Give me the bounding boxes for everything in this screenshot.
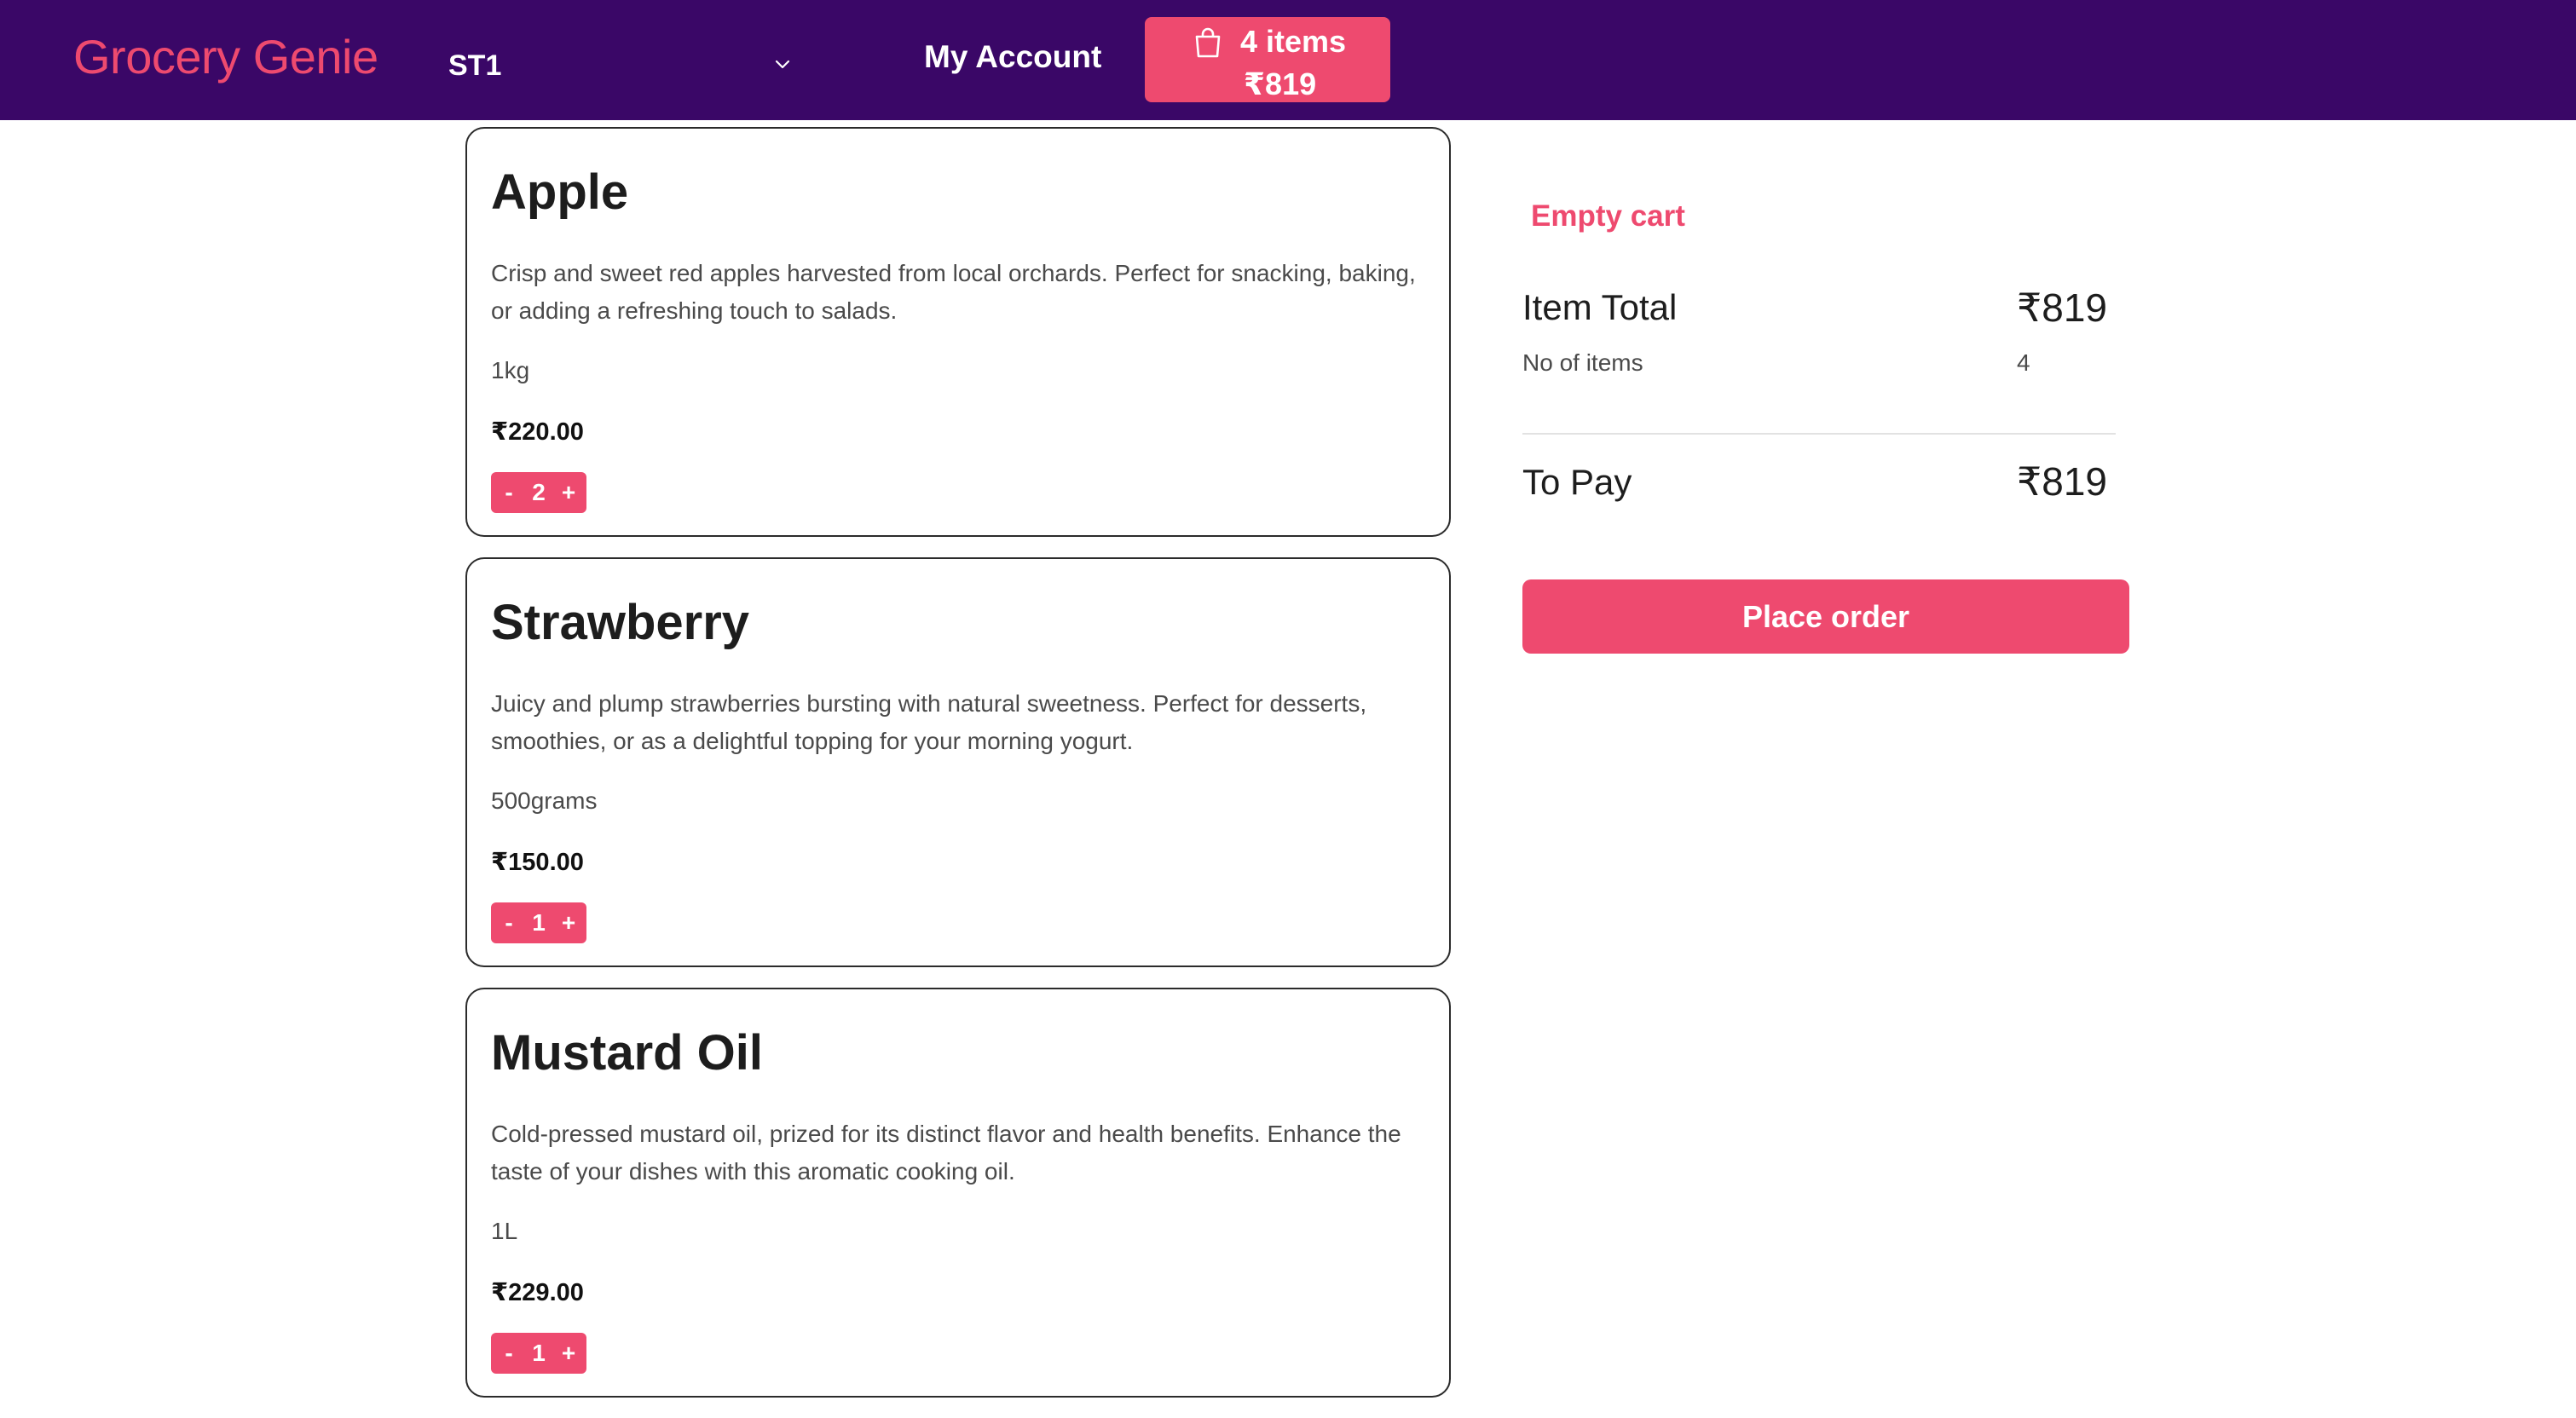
increase-quantity-button[interactable]: + (559, 909, 578, 937)
empty-cart-button[interactable]: Empty cart (1531, 199, 1685, 233)
my-account-link[interactable]: My Account (924, 39, 1101, 75)
cart-total-amount: ₹819 (1244, 66, 1317, 101)
decrease-quantity-button[interactable]: - (500, 909, 518, 937)
product-price: ₹220.00 (491, 418, 584, 446)
product-description: Crisp and sweet red apples harvested fro… (491, 260, 1416, 324)
quantity-stepper: - 1 + (491, 1333, 586, 1374)
chevron-down-icon (775, 60, 790, 69)
item-total-value: ₹819 (2017, 285, 2108, 330)
cart-button[interactable]: 4 items ₹819 (1145, 17, 1390, 102)
quantity-stepper: - 2 + (491, 472, 586, 513)
increase-quantity-button[interactable]: + (559, 479, 578, 506)
product-description: Cold-pressed mustard oil, prized for its… (491, 1121, 1401, 1185)
cart-item-count: 4 items (1240, 24, 1347, 59)
product-price: ₹150.00 (491, 849, 584, 876)
to-pay-label: To Pay (1522, 462, 1632, 502)
increase-quantity-button[interactable]: + (559, 1340, 578, 1367)
product-card-strawberry: Strawberry Juicy and plump strawberries … (465, 557, 1451, 967)
top-navbar: Grocery Genie ST1 My Account 4 items ₹81… (0, 0, 2576, 120)
item-count-label: No of items (1522, 349, 1643, 376)
product-size: 500grams (491, 787, 598, 814)
product-name: Apple (491, 164, 629, 220)
quantity-value: 1 (532, 909, 546, 936)
summary-divider (1522, 433, 2116, 435)
decrease-quantity-button[interactable]: - (500, 1340, 518, 1367)
quantity-value: 2 (532, 479, 546, 505)
product-description: Juicy and plump strawberries bursting wi… (491, 690, 1367, 754)
decrease-quantity-button[interactable]: - (500, 479, 518, 506)
shopping-bag-icon (1195, 27, 1221, 58)
store-select-value: ST1 (448, 49, 502, 82)
quantity-value: 1 (532, 1340, 546, 1366)
item-count-value: 4 (2017, 349, 2030, 376)
brand-logo[interactable]: Grocery Genie (73, 29, 378, 84)
item-total-label: Item Total (1522, 287, 1678, 327)
place-order-button[interactable]: Place order (1522, 579, 2129, 654)
quantity-stepper: - 1 + (491, 902, 586, 943)
product-size: 1L (491, 1218, 518, 1244)
to-pay-value: ₹819 (2017, 459, 2108, 504)
product-name: Mustard Oil (491, 1025, 764, 1081)
product-card-apple: Apple Crisp and sweet red apples harvest… (465, 127, 1451, 537)
product-price: ₹229.00 (491, 1279, 584, 1306)
product-list: Apple Crisp and sweet red apples harvest… (465, 127, 1451, 1418)
store-select[interactable]: ST1 (448, 43, 806, 89)
product-size: 1kg (491, 357, 530, 383)
product-card-mustard-oil: Mustard Oil Cold-pressed mustard oil, pr… (465, 988, 1451, 1398)
product-name: Strawberry (491, 595, 750, 650)
